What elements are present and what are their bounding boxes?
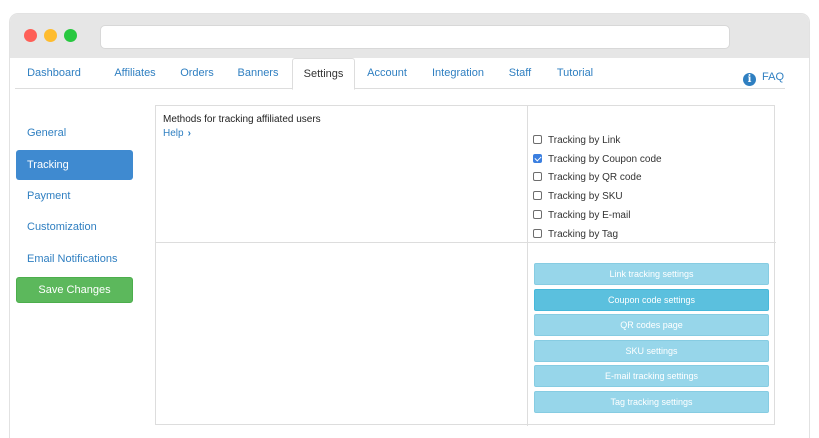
tracking-settings-panel: Methods for tracking affiliated users He… — [155, 105, 776, 426]
sidebar-item-tracking[interactable]: Tracking — [16, 150, 133, 180]
faq-link[interactable]: i FAQ — [743, 68, 784, 86]
tracking-by-sku-checkbox[interactable] — [533, 191, 542, 200]
tracking-by-link-checkbox[interactable] — [533, 135, 542, 144]
address-bar[interactable] — [100, 25, 730, 49]
tab-settings[interactable]: Settings — [292, 58, 355, 90]
tracking-by-email-checkbox[interactable] — [533, 210, 542, 219]
help-link[interactable]: Help › — [163, 128, 191, 139]
sidebar-item-payment[interactable]: Payment — [16, 181, 133, 211]
help-label: Help — [163, 128, 184, 139]
tracking-by-coupon-checkbox[interactable] — [533, 154, 542, 163]
tab-tutorial[interactable]: Tutorial — [550, 58, 600, 89]
tab-account[interactable]: Account — [363, 58, 411, 89]
tracking-by-qr-option[interactable]: Tracking by QR code — [533, 171, 642, 185]
qr-codes-page-button[interactable]: QR codes page — [534, 314, 769, 336]
tab-banners[interactable]: Banners — [233, 58, 283, 89]
window-titlebar — [10, 14, 809, 58]
chevron-right-icon: › — [187, 128, 191, 139]
save-changes-button[interactable]: Save Changes — [16, 277, 133, 303]
option-label: Tracking by Coupon code — [548, 154, 662, 165]
tracking-by-qr-checkbox[interactable] — [533, 172, 542, 181]
close-window-icon[interactable] — [24, 29, 37, 42]
minimize-window-icon[interactable] — [44, 29, 57, 42]
option-label: Tracking by Tag — [548, 229, 619, 240]
column-divider — [527, 106, 528, 426]
methods-heading: Methods for tracking affiliated users — [163, 114, 321, 125]
row-divider — [156, 242, 776, 243]
sidebar-item-email-notifications[interactable]: Email Notifications — [16, 244, 133, 274]
sidebar-item-general[interactable]: General — [16, 118, 133, 148]
tab-staff[interactable]: Staff — [504, 58, 536, 89]
tracking-by-coupon-option[interactable]: Tracking by Coupon code — [533, 153, 662, 167]
tracking-by-email-option[interactable]: Tracking by E-mail — [533, 209, 630, 223]
link-tracking-settings-button[interactable]: Link tracking settings — [534, 263, 769, 285]
tracking-by-link-option[interactable]: Tracking by Link — [533, 134, 620, 148]
sidebar-item-customization[interactable]: Customization — [16, 212, 133, 242]
main-tabs: Dashboard Affiliates Orders Banners Sett… — [15, 58, 785, 90]
option-label: Tracking by QR code — [548, 172, 642, 183]
tracking-by-sku-option[interactable]: Tracking by SKU — [533, 190, 623, 204]
info-circle-icon: i — [743, 73, 756, 86]
tracking-by-tag-option[interactable]: Tracking by Tag — [533, 228, 618, 242]
tag-tracking-settings-button[interactable]: Tag tracking settings — [534, 391, 769, 413]
tab-integration[interactable]: Integration — [425, 58, 491, 89]
email-tracking-settings-button[interactable]: E-mail tracking settings — [534, 365, 769, 387]
coupon-code-settings-button[interactable]: Coupon code settings — [534, 289, 769, 311]
tab-affiliates[interactable]: Affiliates — [103, 58, 167, 89]
tab-dashboard[interactable]: Dashboard — [15, 58, 93, 89]
option-label: Tracking by Link — [548, 135, 621, 146]
tab-orders[interactable]: Orders — [173, 58, 221, 89]
faq-label: FAQ — [762, 71, 785, 83]
option-label: Tracking by SKU — [548, 191, 623, 202]
option-label: Tracking by E-mail — [548, 210, 631, 221]
tracking-by-tag-checkbox[interactable] — [533, 229, 542, 238]
maximize-window-icon[interactable] — [64, 29, 77, 42]
sku-settings-button[interactable]: SKU settings — [534, 340, 769, 362]
